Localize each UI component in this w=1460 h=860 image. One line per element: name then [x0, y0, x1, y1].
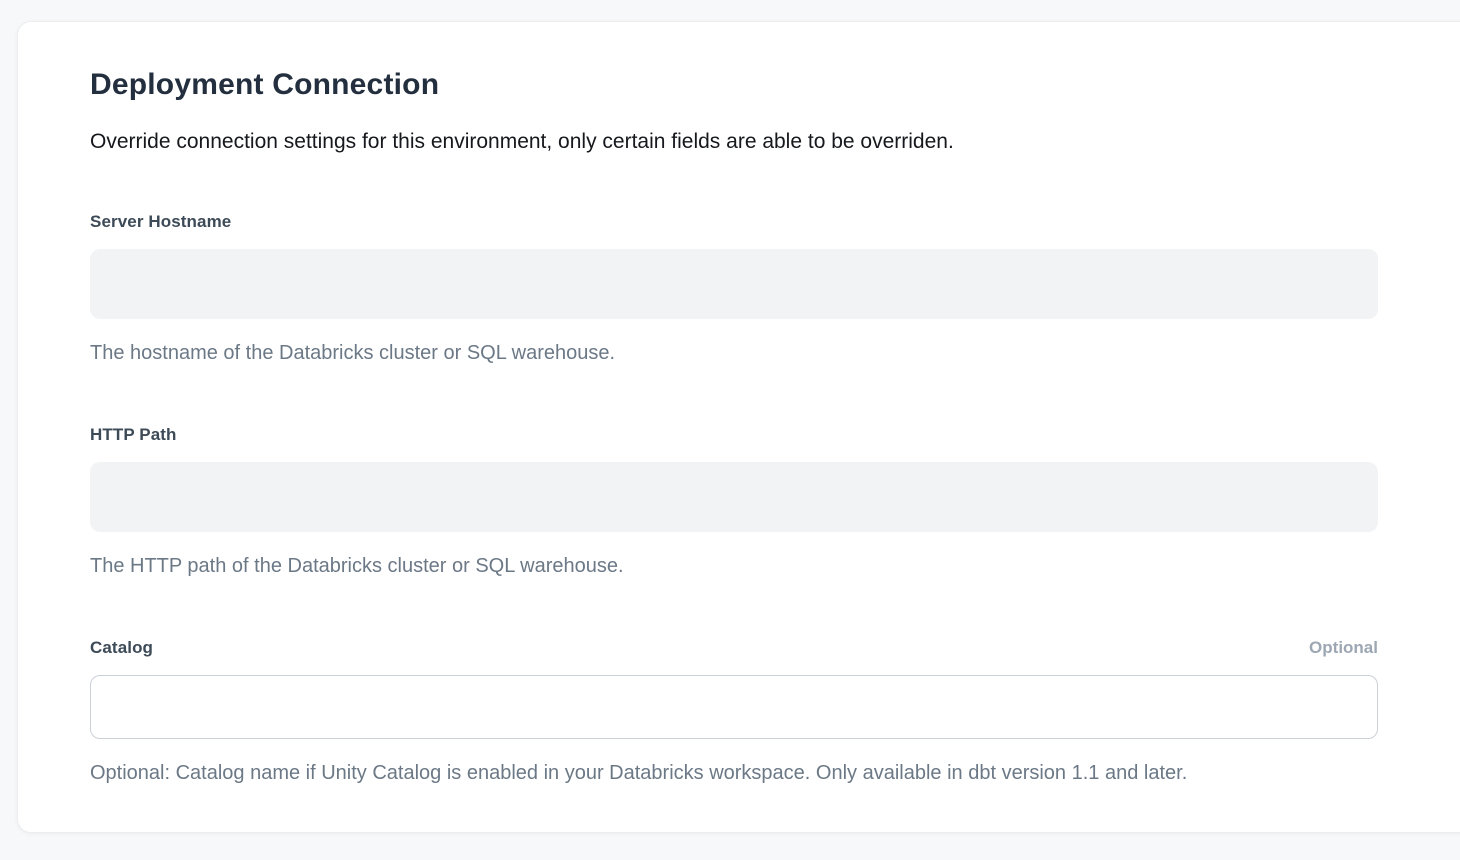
catalog-optional-badge: Optional — [1309, 637, 1378, 659]
catalog-label-row: Catalog Optional — [90, 637, 1378, 659]
form-group-catalog: Catalog Optional Optional: Catalog name … — [90, 637, 1378, 784]
http-path-label-row: HTTP Path — [90, 424, 1378, 446]
form-group-server-hostname: Server Hostname The hostname of the Data… — [90, 211, 1378, 364]
form-group-http-path: HTTP Path The HTTP path of the Databrick… — [90, 424, 1378, 577]
server-hostname-input — [90, 249, 1378, 319]
http-path-input — [90, 462, 1378, 532]
catalog-help-text: Optional: Catalog name if Unity Catalog … — [90, 762, 1378, 784]
server-hostname-help-text: The hostname of the Databricks cluster o… — [90, 342, 1378, 364]
page-title: Deployment Connection — [90, 70, 1378, 100]
server-hostname-label: Server Hostname — [90, 211, 231, 233]
server-hostname-label-row: Server Hostname — [90, 211, 1378, 233]
card-content: Deployment Connection Override connectio… — [90, 70, 1378, 784]
page-subtitle: Override connection settings for this en… — [90, 127, 1378, 157]
http-path-help-text: The HTTP path of the Databricks cluster … — [90, 555, 1378, 577]
catalog-input[interactable] — [90, 675, 1378, 739]
deployment-connection-card: Deployment Connection Override connectio… — [17, 21, 1460, 833]
http-path-label: HTTP Path — [90, 424, 177, 446]
catalog-label: Catalog — [90, 637, 153, 659]
